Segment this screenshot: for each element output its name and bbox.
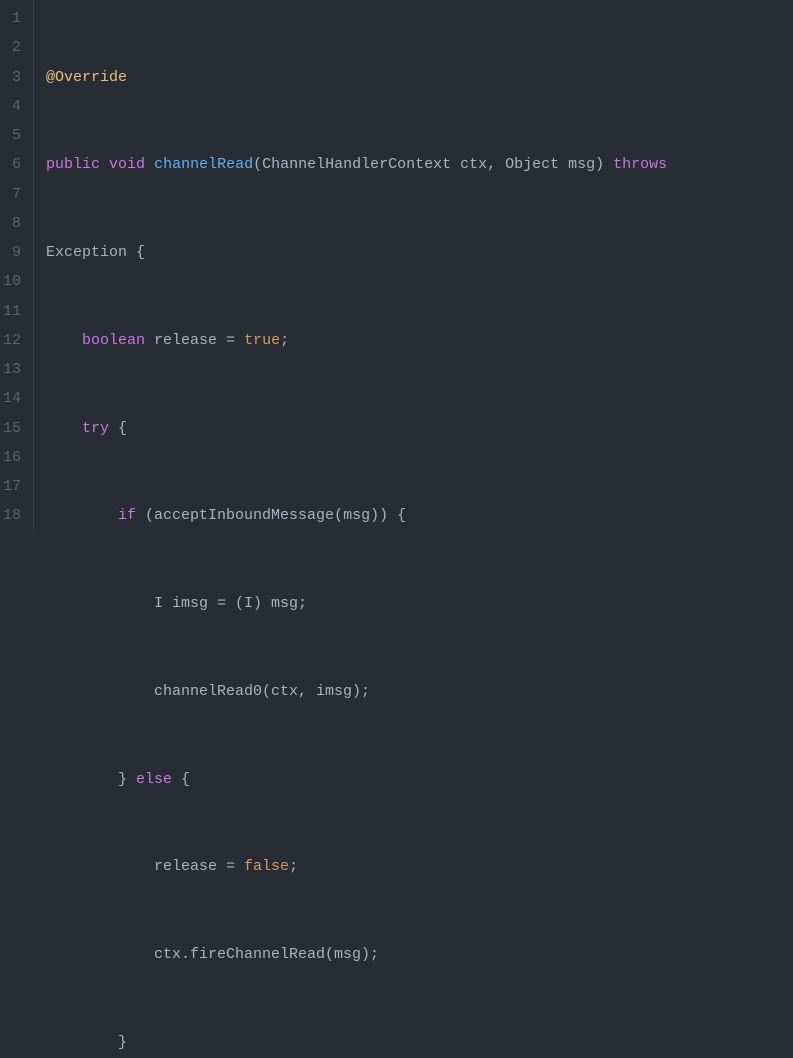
line-number: 6 (0, 150, 25, 179)
line-number: 1 (0, 4, 25, 33)
code-line: channelRead0(ctx, imsg); (46, 677, 667, 706)
text-token (46, 332, 82, 349)
text-token (46, 420, 82, 437)
keyword-token: public (46, 156, 100, 173)
text-token: { (109, 420, 127, 437)
keyword-token: if (118, 507, 136, 524)
text-token: release = (145, 332, 244, 349)
line-number: 11 (0, 297, 25, 326)
line-number-gutter: 1 2 3 4 5 6 7 8 9 10 11 12 13 14 15 16 1… (0, 0, 34, 529)
line-number: 18 (0, 501, 25, 530)
line-number: 16 (0, 443, 25, 472)
text-token: release = (46, 858, 244, 875)
keyword-token: else (136, 771, 172, 788)
keyword-token: void (109, 156, 145, 173)
text-token (46, 507, 118, 524)
text-token (100, 156, 109, 173)
code-line: boolean release = true; (46, 326, 667, 355)
line-number: 17 (0, 472, 25, 501)
text-token (145, 156, 154, 173)
code-line: public void channelRead(ChannelHandlerCo… (46, 150, 667, 179)
text-token: { (172, 771, 190, 788)
keyword-token: try (82, 420, 109, 437)
line-number: 2 (0, 33, 25, 62)
line-number: 4 (0, 92, 25, 121)
annotation-token: @Override (46, 69, 127, 86)
text-token: } (46, 1034, 127, 1051)
text-token: ctx.fireChannelRead(msg); (46, 946, 379, 963)
code-line: @Override (46, 63, 667, 92)
text-token: I imsg = (I) msg; (46, 595, 307, 612)
code-line: if (acceptInboundMessage(msg)) { (46, 501, 667, 530)
code-line: Exception { (46, 238, 667, 267)
line-number: 5 (0, 121, 25, 150)
text-token: ; (280, 332, 289, 349)
code-line: I imsg = (I) msg; (46, 589, 667, 618)
line-number: 13 (0, 355, 25, 384)
code-line: } else { (46, 765, 667, 794)
line-number: 3 (0, 63, 25, 92)
line-number: 8 (0, 209, 25, 238)
code-line: release = false; (46, 852, 667, 881)
bool-token: true (244, 332, 280, 349)
code-editor: 1 2 3 4 5 6 7 8 9 10 11 12 13 14 15 16 1… (0, 0, 793, 529)
text-token: channelRead0(ctx, imsg); (46, 683, 370, 700)
keyword-token: boolean (82, 332, 145, 349)
code-area[interactable]: @Override public void channelRead(Channe… (34, 0, 667, 529)
line-number: 7 (0, 180, 25, 209)
bool-token: false (244, 858, 289, 875)
text-token: Exception { (46, 244, 145, 261)
code-line: } (46, 1028, 667, 1057)
text-token: ; (289, 858, 298, 875)
code-line: try { (46, 414, 667, 443)
text-token: (ChannelHandlerContext ctx, Object msg) (253, 156, 613, 173)
method-token: channelRead (154, 156, 253, 173)
code-line: ctx.fireChannelRead(msg); (46, 940, 667, 969)
line-number: 9 (0, 238, 25, 267)
line-number: 14 (0, 384, 25, 413)
text-token: } (46, 771, 136, 788)
text-token: (acceptInboundMessage(msg)) { (136, 507, 406, 524)
line-number: 10 (0, 267, 25, 296)
keyword-token: throws (613, 156, 667, 173)
line-number: 15 (0, 414, 25, 443)
line-number: 12 (0, 326, 25, 355)
